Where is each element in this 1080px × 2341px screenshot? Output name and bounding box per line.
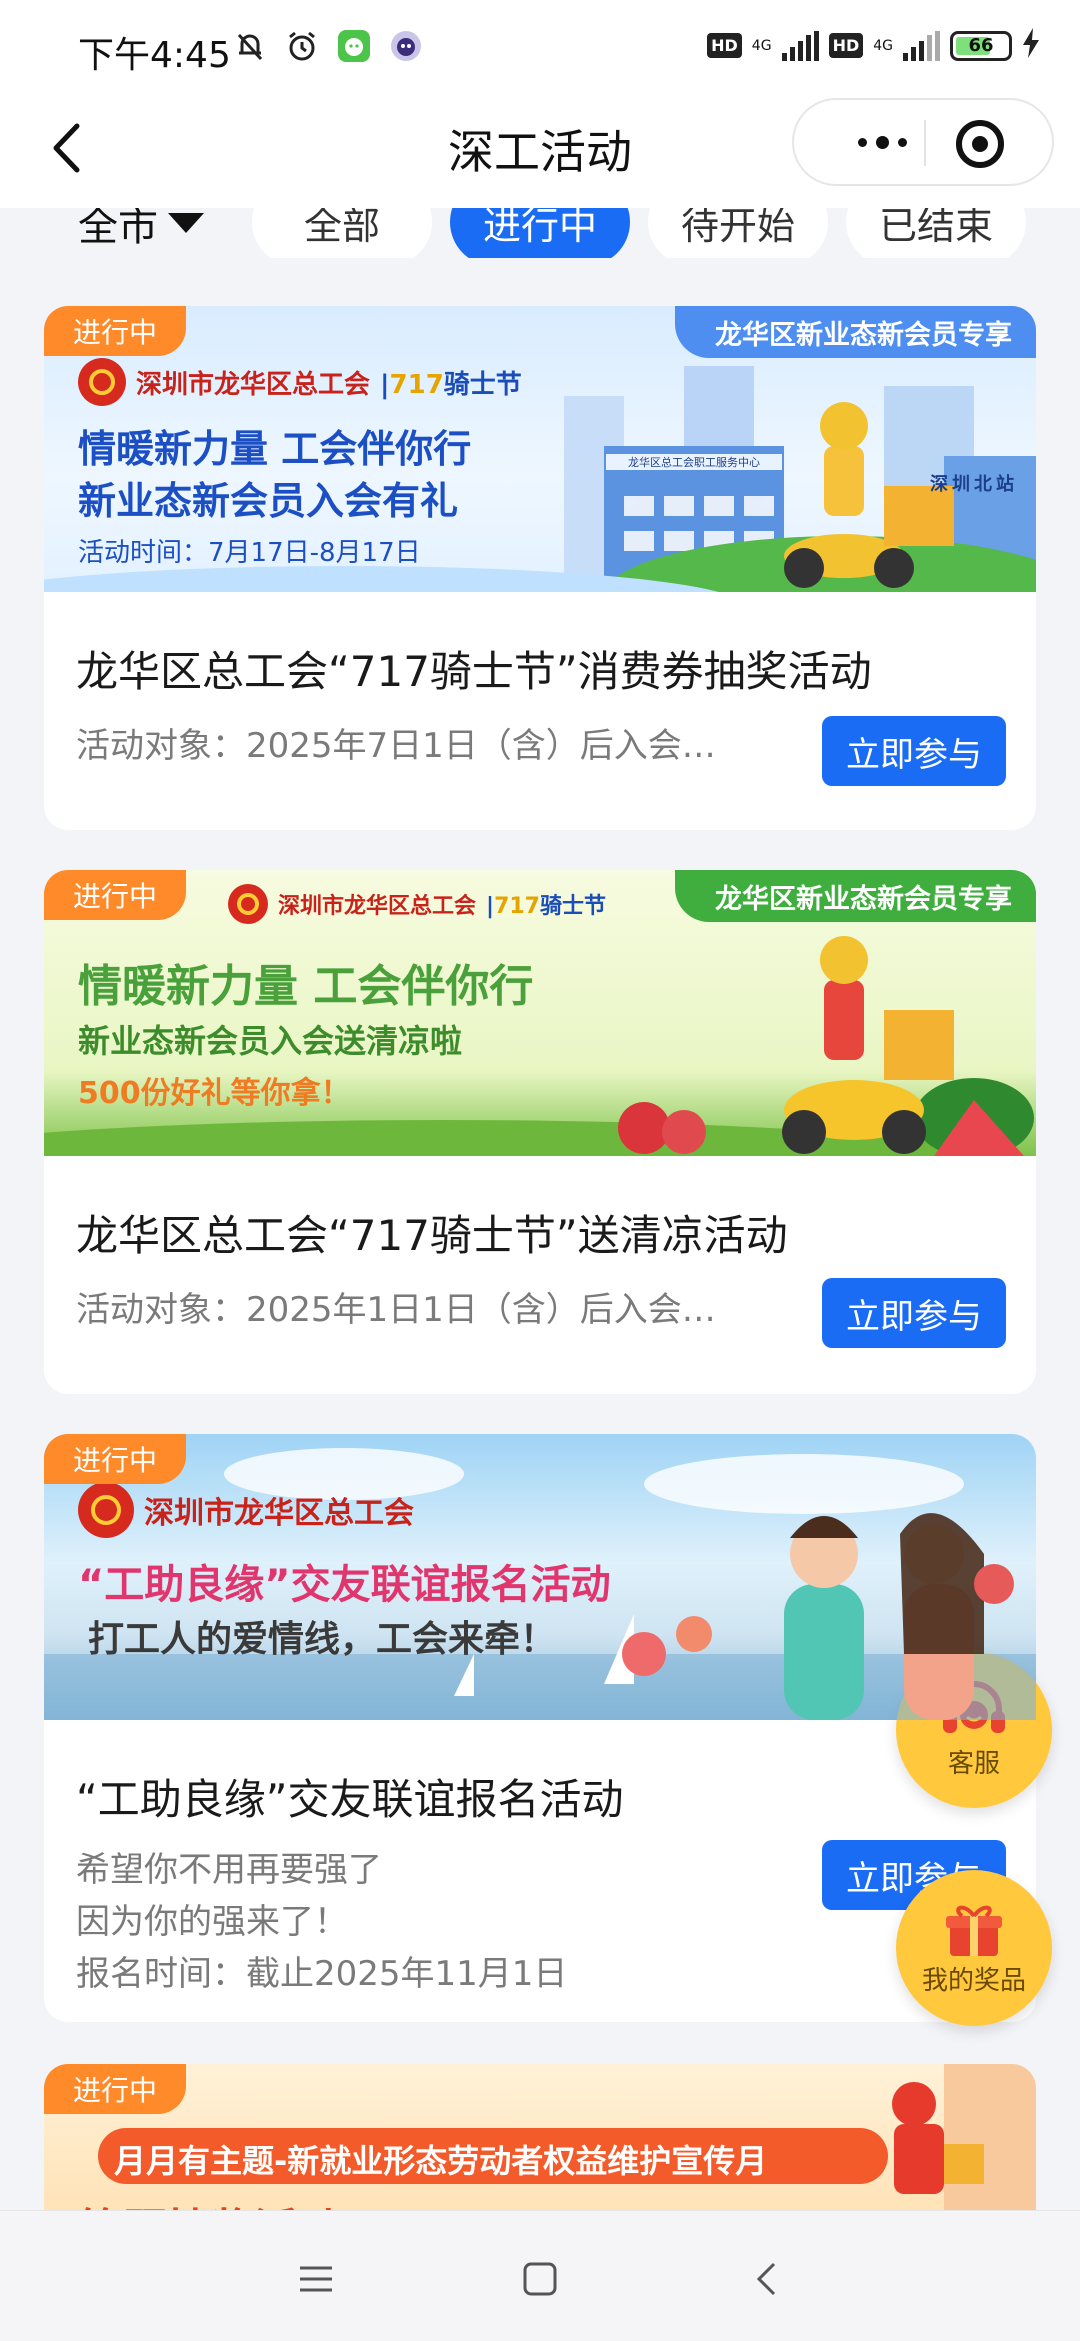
- banner-headline-3: 500份好礼等你拿！: [78, 1076, 351, 1111]
- card-title: “工助良缘”交友联谊报名活动: [76, 1775, 624, 1824]
- network-type-2: 4G: [873, 37, 893, 54]
- banner-headline-1: 情暖新力量 工会伴你行: [78, 427, 472, 471]
- union-logo-icon: [78, 358, 126, 406]
- banner-logo-row: 深圳市龙华区总工会 |717骑士节: [228, 884, 606, 924]
- banner-festival: |717骑士节: [486, 894, 607, 919]
- city-select[interactable]: 全市: [78, 208, 204, 252]
- signal-icon: [781, 30, 819, 61]
- card-title: 龙华区总工会“717骑士节”消费券抽奖活动: [76, 647, 872, 696]
- banner-logo-row: 深圳市龙华区总工会 |717骑士节: [78, 358, 522, 406]
- more-dots-icon[interactable]: [832, 120, 932, 164]
- banner-logo-row: 深圳市龙华区总工会: [78, 1482, 414, 1538]
- banner-org: 深圳市龙华区总工会: [144, 1496, 414, 1531]
- system-nav-bar: [0, 2210, 1080, 2341]
- banner-headline-1: 月月有主题-新就业形态劳动者权益维护宣传月: [114, 2142, 768, 2180]
- card-title: 龙华区总工会“717骑士节”送清凉活动: [76, 1211, 788, 1260]
- filter-bar: 全市 全部 进行中 待开始 已结束: [0, 208, 1080, 258]
- filter-chip-all[interactable]: 全部: [252, 208, 432, 258]
- mini-program-capsule: [792, 98, 1054, 186]
- banner-org: 深圳市龙华区总工会: [136, 369, 371, 400]
- card-signup-time: 报名时间：截止2025年11月1日: [76, 1954, 568, 1994]
- home-square-icon[interactable]: [518, 2257, 562, 2301]
- app-header: 深工活动: [0, 96, 1080, 208]
- union-logo-icon: [78, 1482, 134, 1538]
- customer-service-label: 客服: [947, 1748, 1000, 1779]
- join-button[interactable]: 立即参与: [822, 1278, 1006, 1348]
- my-prizes-button[interactable]: 我的奖品: [896, 1870, 1052, 2026]
- banner-org: 深圳市龙华区总工会: [278, 893, 477, 919]
- member-badge: 龙华区新业态新会员专享: [675, 870, 1036, 922]
- banner-headline-1: 情暖新力量 工会伴你行: [78, 961, 534, 1012]
- banner-activity-time: 活动时间：7月17日-8月17日: [78, 538, 421, 568]
- lightning-icon: [1022, 28, 1040, 63]
- filter-chip-ended[interactable]: 已结束: [846, 208, 1026, 258]
- battery-icon: 66: [950, 30, 1012, 61]
- status-tag: 进行中: [44, 306, 186, 356]
- activity-banner[interactable]: 进行中 龙华区新业态新会员专享 深圳市龙华区总工会 |717骑士节 情暖新力量 …: [44, 306, 1036, 592]
- hd-indicator-2: HD: [828, 33, 864, 58]
- activity-banner[interactable]: 进行中 月月有主题-新就业形态劳动者权益维护宣传月 答题抽奖活动: [44, 2064, 1036, 2210]
- activity-banner[interactable]: 进行中 龙华区新业态新会员专享 深圳市龙华区总工会 |717骑士节 情暖新力量 …: [44, 870, 1036, 1156]
- card-description-line: 希望你不用再要强了: [76, 1850, 382, 1890]
- status-tag: 进行中: [44, 2064, 186, 2114]
- status-bar: 下午4:45 HD 4G HD 4G 66: [0, 0, 1080, 96]
- union-logo-icon: [228, 884, 268, 924]
- menu-icon[interactable]: [294, 2257, 338, 2301]
- status-tag: 进行中: [44, 1434, 186, 1484]
- banner-headline-2: 新业态新会员入会有礼: [78, 479, 459, 523]
- join-button[interactable]: 立即参与: [822, 716, 1006, 786]
- filter-chip-ongoing[interactable]: 进行中: [450, 208, 630, 258]
- gift-icon: [946, 1905, 1002, 1956]
- card-description-line: 因为你的强来了！: [76, 1902, 348, 1942]
- status-time: 下午4:45: [78, 35, 231, 76]
- my-prizes-label: 我的奖品: [921, 1965, 1026, 1996]
- banner-headline-2: 打工人的爱情线，工会来牵！: [88, 1619, 557, 1660]
- activity-card[interactable]: 进行中 龙华区新业态新会员专享 深圳市龙华区总工会 |717骑士节 情暖新力量 …: [44, 870, 1036, 1394]
- building-sign: 龙华区总工会职工服务中心: [606, 454, 782, 470]
- alarm-icon: [284, 28, 320, 64]
- filter-chip-upcoming[interactable]: 待开始: [648, 208, 828, 258]
- station-sign: 深圳北站: [930, 474, 1018, 495]
- back-triangle-icon[interactable]: [744, 2257, 788, 2301]
- wechat-mini-icon: [336, 28, 372, 64]
- capsule-divider: [924, 120, 926, 166]
- banner-headline-1: “工助良缘”交友联谊报名活动: [78, 1562, 611, 1608]
- banner-headline-2: 答题抽奖活动: [78, 2194, 342, 2210]
- status-tag: 进行中: [44, 870, 186, 920]
- activity-card[interactable]: 进行中 龙华区新业态新会员专享 深圳市龙华区总工会 |717骑士节 情暖新力量 …: [44, 306, 1036, 830]
- signal-icon-2: [903, 30, 940, 61]
- activity-card[interactable]: 进行中 月月有主题-新就业形态劳动者权益维护宣传月 答题抽奖活动: [44, 2064, 1036, 2210]
- activity-card[interactable]: 进行中 深圳市龙华区总工会 “工助良缘”交友联谊报名活动 打工人的爱情线，工会来…: [44, 1434, 1036, 2022]
- mute-bell-icon: [232, 28, 268, 64]
- activity-banner[interactable]: 进行中 深圳市龙华区总工会 “工助良缘”交友联谊报名活动 打工人的爱情线，工会来…: [44, 1434, 1036, 1720]
- card-subtitle: 活动对象：2025年7日1日（含）后入会…: [76, 726, 716, 766]
- card-subtitle: 活动对象：2025年1日1日（含）后入会…: [76, 1290, 716, 1330]
- hd-indicator: HD: [707, 33, 742, 58]
- member-badge: 龙华区新业态新会员专享: [675, 306, 1036, 358]
- target-close-icon[interactable]: [956, 120, 1004, 168]
- network-type: 4G: [751, 37, 772, 54]
- assistant-icon: [388, 28, 424, 64]
- city-label: 全市: [78, 208, 158, 250]
- banner-headline-2: 新业态新会员入会送清凉啦: [78, 1022, 463, 1060]
- caret-down-icon: [168, 213, 204, 233]
- banner-festival: |717骑士节: [380, 369, 522, 400]
